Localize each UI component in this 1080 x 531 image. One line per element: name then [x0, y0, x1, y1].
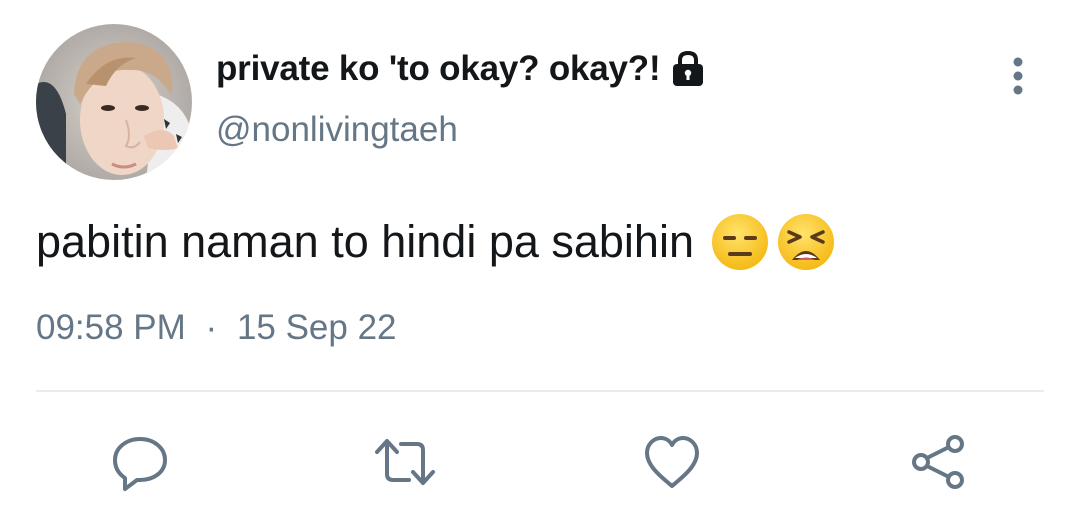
reply-button[interactable]	[108, 430, 172, 494]
like-button[interactable]	[640, 430, 704, 494]
retweet-icon	[375, 439, 435, 485]
heart-icon	[645, 436, 699, 488]
tweet-body: pabitin naman to hindi pa sabihin	[36, 210, 836, 274]
tired-face-emoji	[776, 212, 836, 272]
retweet-button[interactable]	[373, 430, 437, 494]
timestamp-separator: ·	[205, 308, 218, 347]
share-icon	[912, 435, 964, 489]
divider	[36, 390, 1044, 392]
more-vertical-icon[interactable]	[1004, 54, 1032, 98]
lock-icon	[668, 49, 708, 89]
share-button[interactable]	[906, 430, 970, 494]
tweet-card[interactable]: private ko 'to okay? okay?! @nonlivingta…	[0, 0, 1080, 531]
tweet-date: 15 Sep 22	[236, 308, 397, 347]
avatar[interactable]	[36, 24, 192, 180]
tweet-text: pabitin naman to hindi pa sabihin	[36, 216, 694, 267]
timestamp[interactable]: 09:58 PM · 15 Sep 22	[36, 308, 397, 348]
display-name-row[interactable]: private ko 'to okay? okay?!	[216, 46, 708, 92]
tweet-time: 09:58 PM	[36, 308, 186, 347]
user-handle[interactable]: @nonlivingtaeh	[216, 110, 458, 150]
profile-photo	[36, 24, 192, 180]
reply-icon	[113, 437, 167, 491]
display-name[interactable]: private ko 'to okay? okay?!	[216, 49, 661, 89]
expressionless-face-emoji	[710, 212, 770, 272]
